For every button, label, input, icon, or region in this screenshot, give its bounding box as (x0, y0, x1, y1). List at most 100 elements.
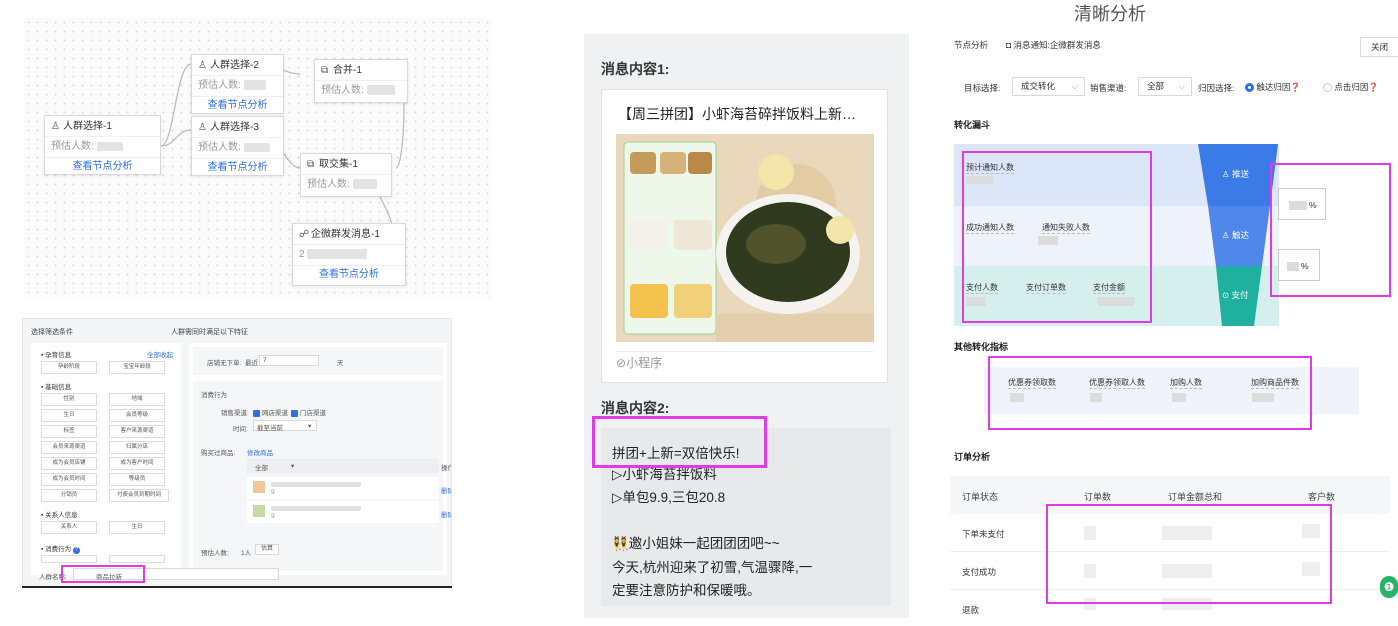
help-icon: ❓ (1290, 82, 1301, 92)
node-people-select-3[interactable]: ♙ 人群选择-3 预估人数: 查看节点分析 (191, 116, 284, 176)
attribution-label: 归因选择: (1198, 83, 1235, 93)
filter-chip[interactable]: 成为会员时间 (41, 473, 97, 486)
node-people-select-2[interactable]: ♙ 人群选择-2 预估人数: 查看节点分析 (191, 54, 284, 114)
mini-program-card[interactable]: 【周三拼团】小虾海苔碎拌饭料上新… ⊘小程序 (601, 89, 888, 383)
consumption-behavior-group: 消费行为 销售渠道: 网店渠道 门店渠道 时间: 截至当前 ▾ 购买过商品: 修改… (193, 381, 451, 571)
category-consumption: ▪ 消费行为 ? (41, 543, 80, 554)
assistant-icon[interactable]: ❶ (1380, 576, 1398, 598)
right-panel-header: 人群需同时满足以下特征 (171, 329, 248, 336)
filter-chip[interactable]: 客户来源渠道 (109, 425, 165, 438)
user-icon: ♙ (198, 60, 207, 71)
collapse-all-link[interactable]: 全部收起 (147, 349, 173, 359)
node-intersect-1[interactable]: ⧉ 取交集-1 预估人数: (300, 153, 392, 197)
highlight-box (1270, 163, 1391, 297)
radio-unchecked-icon (1323, 83, 1332, 93)
node-people-select-1[interactable]: ♙ 人群选择-1 预估人数: 查看节点分析 (44, 115, 161, 175)
breadcrumb: 节点分析 (954, 40, 989, 50)
filter-chip[interactable]: 生日 (109, 521, 165, 534)
product-thumbnail (253, 505, 265, 517)
filter-condition-list: ▪ 孕育信息 全部收起 孕龄阶段 宝宝年龄段 ▪ 基础信息 性别 地域 生日 会… (31, 343, 181, 575)
filter-chip[interactable]: 地域 (109, 393, 165, 406)
intersect-icon: ⧉ (307, 159, 315, 170)
stage-reach: ♙ 触达 (1222, 230, 1249, 240)
help-icon: ? (72, 547, 80, 554)
radio-checked-icon (1245, 83, 1254, 93)
message-content-1-label: 消息内容1: (601, 61, 670, 77)
user-icon: ♙ (1222, 169, 1232, 179)
highlight-box (962, 151, 1152, 323)
filter-chip[interactable]: 归属分店 (109, 441, 165, 454)
target-select[interactable]: 成交转化 ⌵ (1012, 77, 1085, 96)
filter-chip[interactable]: 孕龄阶段 (41, 361, 97, 374)
attribution-touch-radio[interactable]: 触达归因❓ (1245, 81, 1301, 93)
channel-store-checkbox[interactable]: 门店渠道 (291, 407, 326, 417)
crowd-filter-panel: 选择筛选条件 人群需同时满足以下特征 ▪ 孕育信息 全部收起 孕龄阶段 宝宝年龄… (22, 318, 452, 588)
chevron-down-icon: ⌵ (1178, 81, 1185, 91)
left-panel-header: 选择筛选条件 (31, 329, 73, 336)
view-node-analysis-link[interactable]: 查看节点分析 (192, 158, 283, 175)
message-notice: ◘ 消息通知:企微群发消息 (1006, 40, 1101, 50)
highlight-box (1046, 504, 1332, 604)
node-analysis-panel: 节点分析 ◘ 消息通知:企微群发消息 关闭 目标选择: 成交转化 ⌵ 销售渠道: … (942, 30, 1398, 626)
filter-chip[interactable]: 生日 (41, 409, 97, 422)
selected-conditions-panel: 店铺无下单: 最近 7 天 消费行为 销售渠道: 网店渠道 门店渠道 时间: 截… (189, 343, 451, 575)
filter-chip[interactable]: 性别 (41, 393, 97, 406)
filter-chip[interactable]: 关系人 (41, 521, 97, 534)
caption: 清晰分析 (1074, 4, 1146, 24)
time-select[interactable]: 截至当前 ▾ (253, 420, 317, 432)
chat-icon: ◘ (1006, 40, 1014, 50)
divider (22, 586, 452, 588)
message-preview-panel: 消息内容1: 【周三拼团】小虾海苔碎拌饭料上新… ⊘小程序 消息内容2: 拼团+… (584, 34, 909, 618)
product-row: 9 删除 (247, 501, 451, 523)
close-button[interactable]: 关闭 (1360, 37, 1398, 57)
filter-chip[interactable]: 成为客户时间 (109, 457, 165, 470)
attribution-click-radio[interactable]: 点击归因❓ (1323, 81, 1379, 93)
order-analysis-title: 订单分析 (954, 452, 991, 462)
highlight-box (592, 416, 767, 468)
chevron-down-icon: ▾ (291, 463, 295, 470)
delete-link[interactable]: 删除 (441, 509, 451, 519)
help-icon: ❓ (1368, 82, 1379, 92)
node-merge-1[interactable]: ⧉ 合并-1 预估人数: (314, 59, 408, 103)
target-label: 目标选择: (964, 83, 1001, 93)
delete-link[interactable]: 删除 (441, 485, 451, 495)
view-node-analysis-link[interactable]: 查看节点分析 (45, 157, 160, 174)
node-wecom-group-message-1[interactable]: ☍ 企微群发消息-1 2 查看节点分析 (292, 223, 406, 286)
estimate-button[interactable]: 估算 (255, 544, 279, 555)
product-row: 9 删除 (247, 477, 451, 499)
mini-program-icon: ⊘ (616, 356, 627, 370)
channel-online-checkbox[interactable]: 网店渠道 (253, 407, 288, 417)
filter-chip[interactable] (109, 555, 165, 563)
filter-chip[interactable]: 等级员 (109, 473, 165, 486)
merge-icon: ⧉ (321, 65, 329, 76)
filter-chip[interactable] (41, 555, 97, 563)
card-title: 【周三拼团】小虾海苔碎拌饭料上新… (618, 106, 856, 122)
funnel-title: 转化漏斗 (954, 120, 991, 130)
channel-label: 销售渠道: (1090, 83, 1127, 93)
filter-chip[interactable]: 付费会员到期时间 (109, 489, 169, 502)
highlight-box (61, 565, 145, 583)
filter-chip[interactable]: 宝宝年龄段 (109, 361, 165, 374)
filter-chip[interactable]: 分销员 (41, 489, 97, 502)
flow-canvas[interactable]: ♙ 人群选择-1 预估人数: 查看节点分析 ♙ 人群选择-2 预估人数: 查看节点分… (24, 18, 492, 300)
filter-chip[interactable]: 成为会员店铺 (41, 457, 97, 470)
filter-chip[interactable]: 标签 (41, 425, 97, 438)
stage-push: ♙ 推送 (1222, 169, 1249, 179)
edit-products-link[interactable]: 修改商品 (247, 447, 273, 457)
category-pregnancy: ▪ 孕育信息 (41, 352, 72, 359)
chat-icon: ☍ (299, 229, 310, 240)
category-relations: ▪ 关系人信息 (41, 512, 78, 519)
view-node-analysis-link[interactable]: 查看节点分析 (192, 96, 283, 113)
user-icon: ♙ (198, 122, 207, 133)
user-icon: ♙ (1222, 230, 1232, 240)
filter-chip[interactable]: 会员来源渠道 (41, 441, 97, 454)
chevron-down-icon: ▾ (308, 423, 312, 430)
user-icon: ♙ (51, 121, 60, 132)
view-node-analysis-link[interactable]: 查看节点分析 (293, 265, 405, 282)
channel-select[interactable]: 全部 ⌵ (1138, 77, 1192, 96)
highlight-box (988, 356, 1312, 430)
condition-no-order: 店铺无下单: 最近 7 天 (193, 347, 443, 375)
days-input[interactable]: 7 (259, 355, 319, 366)
product-thumbnail (253, 481, 265, 493)
filter-chip[interactable]: 会员等级 (109, 409, 165, 422)
